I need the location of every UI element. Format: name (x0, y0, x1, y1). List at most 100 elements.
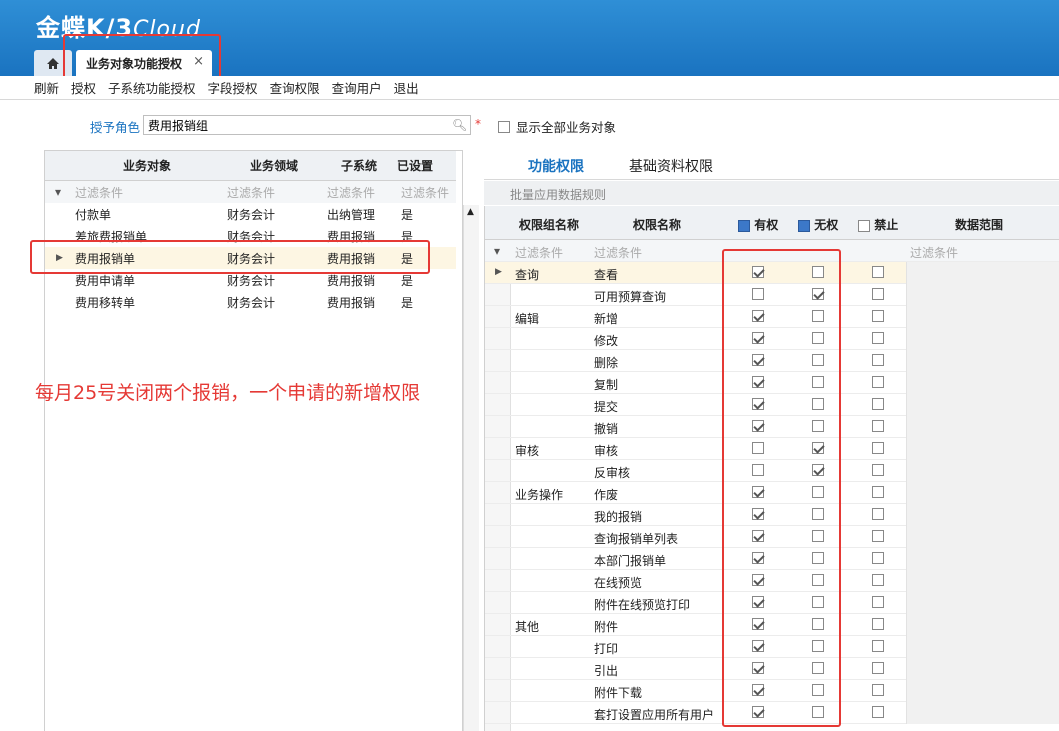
header-name[interactable]: 权限名称 (633, 216, 681, 233)
permission-row[interactable]: 打印 (485, 636, 1059, 658)
yes-checkbox[interactable] (752, 464, 764, 476)
yes-checkbox[interactable] (752, 332, 764, 344)
no-checkbox[interactable] (812, 420, 824, 432)
yes-checkbox[interactable] (752, 376, 764, 388)
data-scope-cell[interactable] (906, 284, 1059, 306)
no-checkbox[interactable] (812, 376, 824, 388)
tab-business-object-authorization[interactable]: 业务对象功能授权 × (76, 50, 212, 76)
menu-item[interactable]: 子系统功能授权 (108, 78, 196, 97)
header-object[interactable]: 业务对象 (123, 157, 171, 174)
table-row[interactable]: 付款单 财务会计 出纳管理 是 (45, 203, 456, 225)
yes-checkbox[interactable] (752, 486, 764, 498)
permission-row[interactable]: 删除 (485, 350, 1059, 372)
filter-subsystem[interactable]: 过滤条件 (327, 184, 375, 201)
permission-row[interactable]: 修改 (485, 328, 1059, 350)
no-checkbox[interactable] (812, 310, 824, 322)
search-icon[interactable]: 🔍︎ (452, 118, 467, 132)
yes-checkbox[interactable] (752, 354, 764, 366)
forbid-checkbox[interactable] (872, 442, 884, 454)
forbid-checkbox[interactable] (872, 310, 884, 322)
permission-row[interactable]: 套打设置应用所有用户 (485, 702, 1059, 724)
yes-checkbox[interactable] (752, 552, 764, 564)
data-scope-cell[interactable] (906, 592, 1059, 614)
forbid-checkbox[interactable] (872, 530, 884, 542)
no-checkbox[interactable] (812, 398, 824, 410)
checkbox-icon[interactable] (858, 219, 870, 232)
forbid-checkbox[interactable] (872, 420, 884, 432)
permission-row[interactable]: 可用预算查询 (485, 284, 1059, 306)
header-set[interactable]: 已设置 (397, 157, 433, 174)
permission-row[interactable]: 反审核 (485, 460, 1059, 482)
header-group[interactable]: 权限组名称 (519, 216, 579, 233)
yes-checkbox[interactable] (752, 618, 764, 630)
no-checkbox[interactable] (812, 618, 824, 630)
permission-row[interactable]: 审核 审核 (485, 438, 1059, 460)
forbid-checkbox[interactable] (872, 354, 884, 366)
table-row[interactable]: 费用申请单 财务会计 费用报销 是 (45, 269, 456, 291)
data-scope-cell[interactable] (906, 438, 1059, 460)
yes-checkbox[interactable] (752, 596, 764, 608)
show-all-checkbox[interactable]: 显示全部业务对象 (498, 117, 616, 136)
permission-row[interactable]: 业务操作 作废 (485, 482, 1059, 504)
header-forbid[interactable]: 禁止 (858, 216, 898, 233)
forbid-checkbox[interactable] (872, 618, 884, 630)
no-checkbox[interactable] (812, 266, 824, 278)
forbid-checkbox[interactable] (872, 464, 884, 476)
menu-item[interactable]: 退出 (394, 78, 419, 97)
no-checkbox[interactable] (812, 442, 824, 454)
forbid-checkbox[interactable] (872, 706, 884, 718)
yes-checkbox[interactable] (752, 508, 764, 520)
permission-row[interactable]: 附件在线预览打印 (485, 592, 1059, 614)
filter-group[interactable]: 过滤条件 (515, 244, 563, 261)
forbid-checkbox[interactable] (872, 574, 884, 586)
permission-row[interactable]: 复制 (485, 372, 1059, 394)
no-checkbox[interactable] (812, 464, 824, 476)
checkbox-icon[interactable] (498, 120, 510, 133)
home-tab[interactable] (34, 50, 72, 76)
filter-icon[interactable]: ▾ (55, 185, 61, 199)
permission-row[interactable]: 其他 附件 (485, 614, 1059, 636)
yes-checkbox[interactable] (752, 266, 764, 278)
scroll-up-icon[interactable]: ▲ (467, 207, 474, 217)
no-checkbox[interactable] (812, 684, 824, 696)
yes-checkbox[interactable] (752, 310, 764, 322)
data-scope-cell[interactable] (906, 526, 1059, 548)
permission-row[interactable]: 引出 (485, 658, 1059, 680)
menu-item[interactable]: 刷新 (34, 78, 59, 97)
yes-checkbox[interactable] (752, 662, 764, 674)
data-scope-cell[interactable] (906, 482, 1059, 504)
header-domain[interactable]: 业务领域 (250, 157, 298, 174)
menu-item[interactable]: 字段授权 (208, 78, 258, 97)
header-yes[interactable]: 有权 (738, 216, 778, 233)
yes-checkbox[interactable] (752, 420, 764, 432)
data-scope-cell[interactable] (906, 394, 1059, 416)
data-scope-cell[interactable] (906, 636, 1059, 658)
forbid-checkbox[interactable] (872, 376, 884, 388)
no-checkbox[interactable] (812, 530, 824, 542)
forbid-checkbox[interactable] (872, 552, 884, 564)
table-row[interactable]: ▶ 费用报销单 财务会计 费用报销 是 (45, 247, 456, 269)
menu-item[interactable]: 查询用户 (332, 78, 382, 97)
yes-checkbox[interactable] (752, 574, 764, 586)
data-scope-cell[interactable] (906, 416, 1059, 438)
data-scope-cell[interactable] (906, 350, 1059, 372)
forbid-checkbox[interactable] (872, 640, 884, 652)
permission-row[interactable]: 撤销 (485, 416, 1059, 438)
tab-function-permission[interactable]: 功能权限 (516, 156, 596, 185)
permission-row[interactable]: 查询报销单列表 (485, 526, 1059, 548)
no-checkbox[interactable] (812, 640, 824, 652)
no-checkbox[interactable] (812, 486, 824, 498)
data-scope-cell[interactable] (906, 372, 1059, 394)
table-row[interactable]: 差旅费报销单 财务会计 费用报销 是 (45, 225, 456, 247)
data-scope-cell[interactable] (906, 262, 1059, 284)
forbid-checkbox[interactable] (872, 332, 884, 344)
table-row[interactable]: 费用移转单 财务会计 费用报销 是 (45, 291, 456, 313)
permission-row[interactable]: ▶ 查询 查看 (485, 262, 1059, 284)
yes-checkbox[interactable] (752, 442, 764, 454)
forbid-checkbox[interactable] (872, 486, 884, 498)
filter-set[interactable]: 过滤条件 (401, 184, 449, 201)
header-scope[interactable]: 数据范围 (955, 216, 1003, 233)
batch-apply-button[interactable]: 批量应用数据规则 (484, 181, 1059, 205)
permission-row[interactable]: 我的报销 (485, 504, 1059, 526)
no-checkbox[interactable] (812, 354, 824, 366)
